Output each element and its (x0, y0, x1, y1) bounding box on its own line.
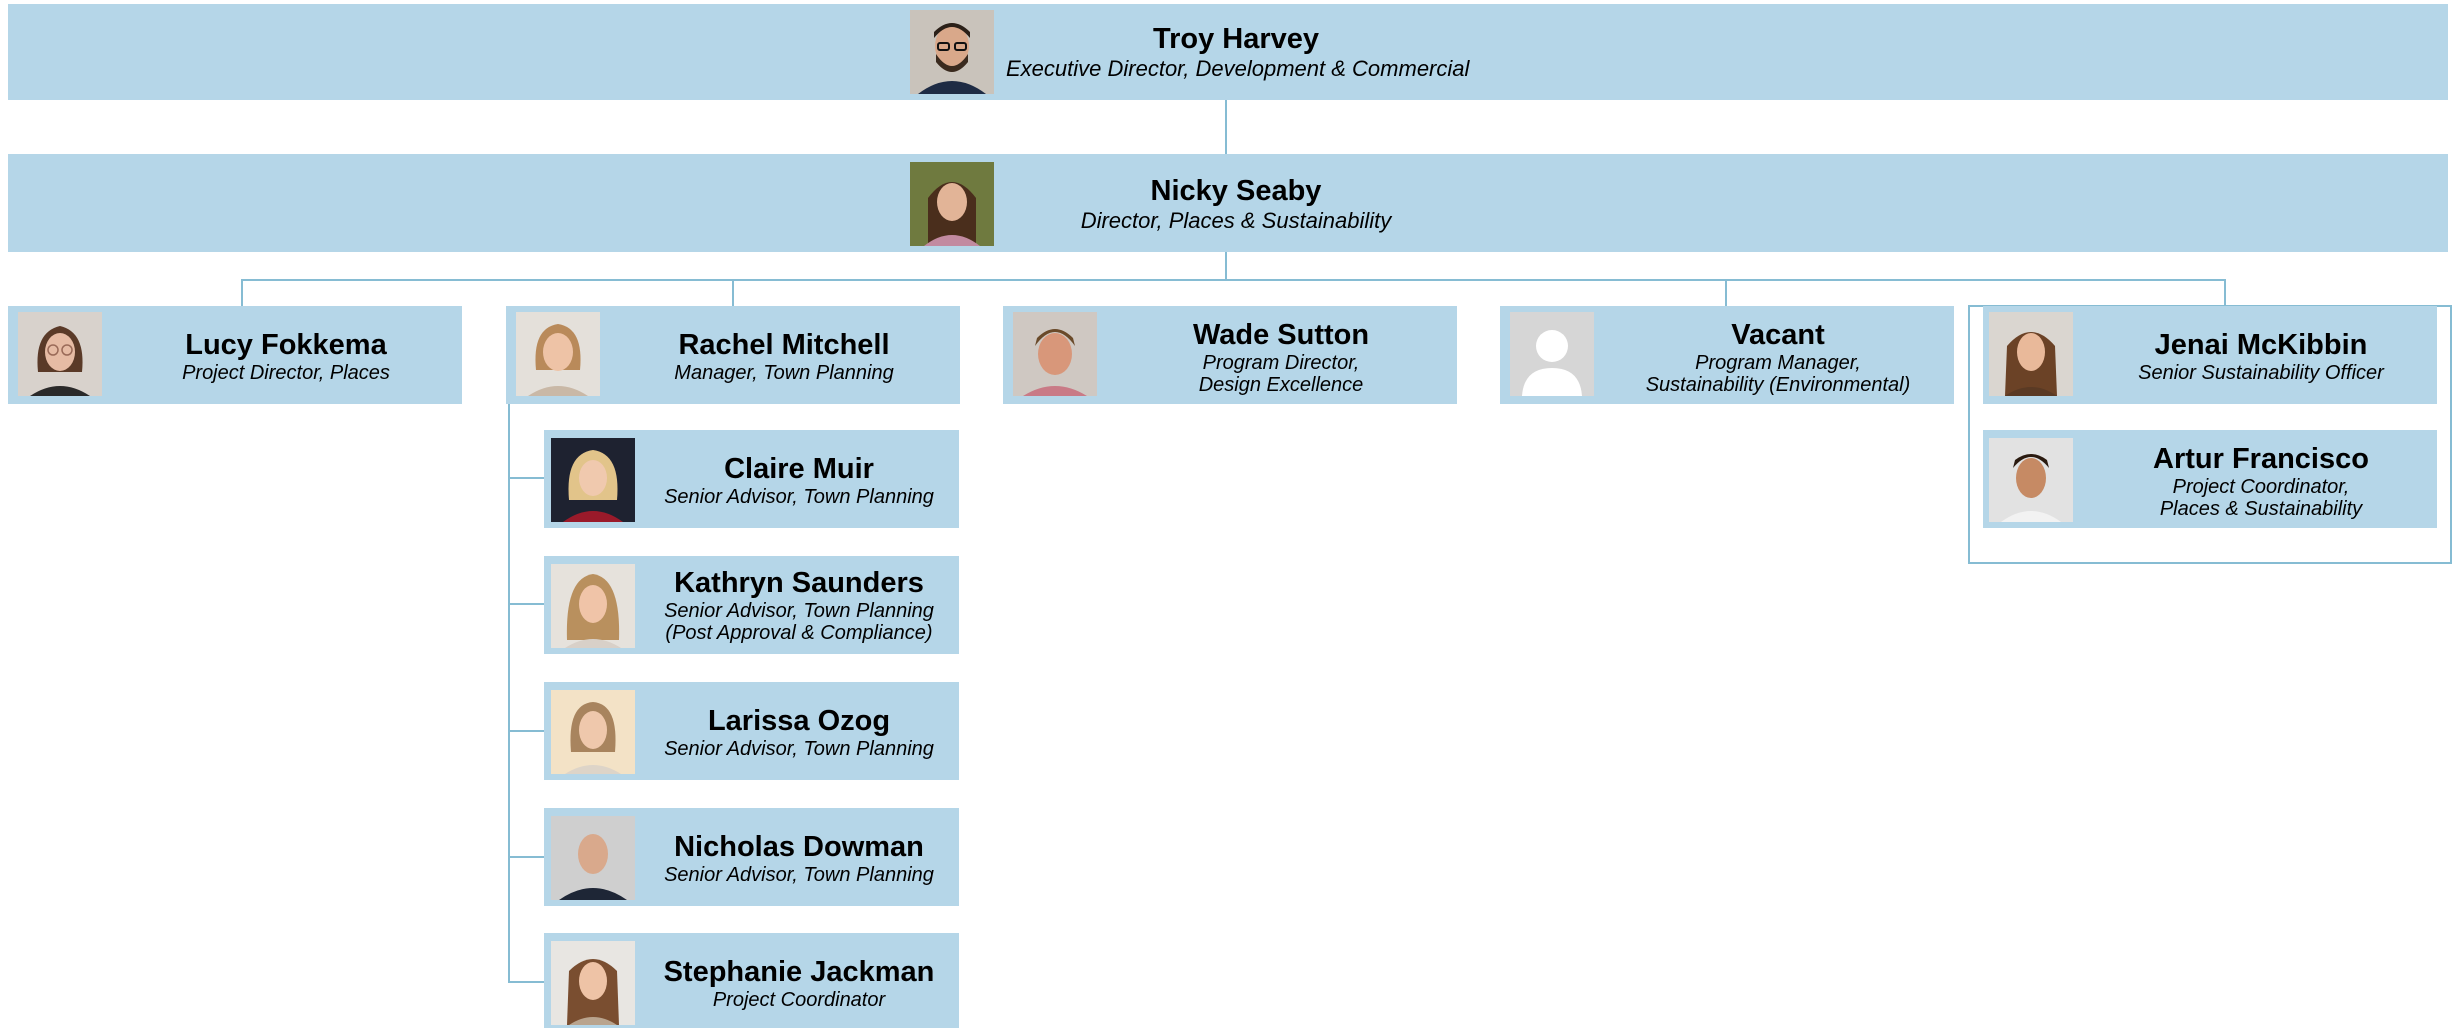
node-vacant: Vacant Program Manager, Sustainability (… (1500, 306, 1954, 404)
title-nicky-seaby: Director, Places & Sustainability (1080, 208, 1392, 233)
connector-kathryn (508, 603, 544, 605)
connector-troy-nicky (1225, 100, 1227, 154)
photo-stephanie-jackman (551, 941, 635, 1025)
photo-troy-harvey (910, 10, 994, 94)
title-wade-sutton-line1: Program Director, (1202, 352, 1360, 374)
node-nicky-seaby: Nicky Seaby Director, Places & Sustainab… (8, 154, 2448, 252)
name-vacant: Vacant (1731, 319, 1825, 351)
title-artur-francisco-line2: Places & Sustainability (2159, 498, 2363, 520)
connector-rachel (732, 279, 734, 306)
title-vacant-line2: Sustainability (Environmental) (1645, 374, 1911, 396)
node-nicholas-dowman: Nicholas Dowman Senior Advisor, Town Pla… (544, 808, 959, 906)
node-kathryn-saunders: Kathryn Saunders Senior Advisor, Town Pl… (544, 556, 959, 654)
title-nicholas-dowman: Senior Advisor, Town Planning (664, 864, 934, 886)
connector-jenai-group (2224, 279, 2226, 306)
node-lucy-fokkema: Lucy Fokkema Project Director, Places (8, 306, 462, 404)
node-artur-francisco: Artur Francisco Project Coordinator, Pla… (1983, 430, 2437, 528)
title-kathryn-saunders-line2: (Post Approval & Compliance) (665, 622, 933, 644)
connector-stephanie (508, 981, 544, 983)
photo-larissa-ozog (551, 690, 635, 774)
photo-claire-muir (551, 438, 635, 522)
name-kathryn-saunders: Kathryn Saunders (674, 567, 924, 599)
title-rachel-mitchell: Manager, Town Planning (674, 362, 894, 384)
node-troy-harvey: Troy Harvey Executive Director, Developm… (8, 4, 2448, 100)
name-nicky-seaby: Nicky Seaby (1150, 175, 1322, 207)
name-stephanie-jackman: Stephanie Jackman (663, 956, 935, 988)
photo-lucy-fokkema (18, 312, 102, 396)
connector-vacant (1725, 279, 1727, 306)
connector-nicholas (508, 856, 544, 858)
connector-lucy (241, 279, 243, 306)
photo-kathryn-saunders (551, 564, 635, 648)
placeholder-avatar-icon (1510, 312, 1594, 396)
title-vacant-line1: Program Manager, (1695, 352, 1861, 374)
node-larissa-ozog: Larissa Ozog Senior Advisor, Town Planni… (544, 682, 959, 780)
connector-nicky-down (1225, 252, 1227, 280)
connector-claire (508, 477, 544, 479)
node-claire-muir: Claire Muir Senior Advisor, Town Plannin… (544, 430, 959, 528)
node-wade-sutton: Wade Sutton Program Director, Design Exc… (1003, 306, 1457, 404)
name-rachel-mitchell: Rachel Mitchell (678, 329, 890, 361)
photo-rachel-mitchell (516, 312, 600, 396)
connector-larissa (508, 730, 544, 732)
name-artur-francisco: Artur Francisco (2153, 443, 2369, 475)
photo-artur-francisco (1989, 438, 2073, 522)
photo-nicholas-dowman (551, 816, 635, 900)
node-jenai-mckibbin: Jenai McKibbin Senior Sustainability Off… (1983, 306, 2437, 404)
title-wade-sutton-line2: Design Excellence (1198, 374, 1364, 396)
title-kathryn-saunders-line1: Senior Advisor, Town Planning (664, 600, 934, 622)
title-lucy-fokkema: Project Director, Places (182, 362, 390, 384)
name-troy-harvey: Troy Harvey (1152, 23, 1320, 55)
title-claire-muir: Senior Advisor, Town Planning (664, 486, 934, 508)
title-jenai-mckibbin: Senior Sustainability Officer (2138, 362, 2384, 384)
node-stephanie-jackman: Stephanie Jackman Project Coordinator (544, 933, 959, 1028)
title-stephanie-jackman: Project Coordinator (712, 989, 886, 1011)
photo-wade-sutton (1013, 312, 1097, 396)
connector-rachel-team-vertical (508, 403, 510, 983)
name-larissa-ozog: Larissa Ozog (707, 705, 891, 737)
photo-jenai-mckibbin (1989, 312, 2073, 396)
connector-horizontal-bus (241, 279, 2226, 281)
name-nicholas-dowman: Nicholas Dowman (674, 831, 924, 863)
photo-nicky-seaby (910, 162, 994, 246)
node-rachel-mitchell: Rachel Mitchell Manager, Town Planning (506, 306, 960, 404)
name-claire-muir: Claire Muir (724, 453, 874, 485)
name-jenai-mckibbin: Jenai McKibbin (2154, 329, 2368, 361)
title-troy-harvey: Executive Director, Development & Commer… (1006, 56, 1470, 81)
name-wade-sutton: Wade Sutton (1192, 319, 1370, 351)
name-lucy-fokkema: Lucy Fokkema (185, 329, 387, 361)
title-artur-francisco-line1: Project Coordinator, (2172, 476, 2350, 498)
title-larissa-ozog: Senior Advisor, Town Planning (664, 738, 934, 760)
